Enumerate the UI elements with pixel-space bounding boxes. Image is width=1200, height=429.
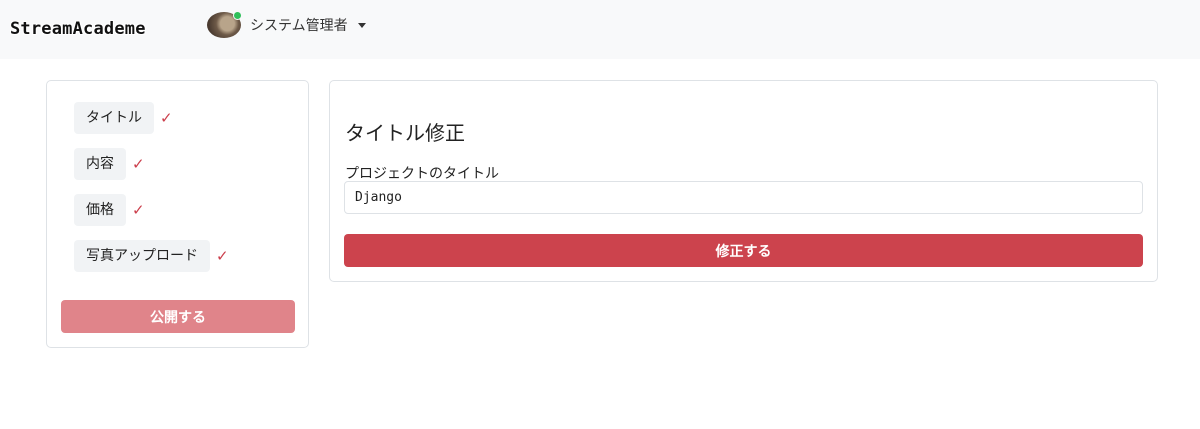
step-label: 内容: [74, 148, 126, 180]
check-icon: ✓: [216, 247, 229, 265]
page-title: タイトル修正: [345, 121, 465, 145]
user-menu-toggle[interactable]: システム管理者: [207, 11, 366, 38]
check-icon: ✓: [160, 109, 173, 127]
step-label: タイトル: [74, 102, 154, 134]
project-title-input[interactable]: [344, 181, 1143, 214]
navbar: StreamAcademe システム管理者: [0, 0, 1200, 59]
online-status-dot: [233, 11, 242, 20]
step-item-content[interactable]: 内容 ✓: [74, 148, 148, 180]
brand-logo[interactable]: StreamAcademe: [10, 19, 146, 39]
caret-down-icon: [357, 22, 366, 28]
step-label: 価格: [74, 194, 126, 226]
step-label: 写真アップロード: [74, 240, 210, 272]
steps-card: タイトル ✓ 内容 ✓ 価格 ✓ 写真アップロード ✓ 公開する: [46, 80, 309, 348]
check-icon: ✓: [132, 155, 145, 173]
avatar: [207, 11, 242, 38]
check-icon: ✓: [132, 201, 145, 219]
project-title-label: プロジェクトのタイトル: [345, 166, 499, 182]
publish-button[interactable]: 公開する: [61, 300, 295, 333]
step-item-title[interactable]: タイトル ✓: [74, 102, 176, 134]
step-item-price[interactable]: 価格 ✓: [74, 194, 148, 226]
user-name: システム管理者: [250, 18, 348, 34]
step-item-photo-upload[interactable]: 写真アップロード ✓: [74, 240, 232, 272]
update-button[interactable]: 修正する: [344, 234, 1143, 267]
edit-title-card: タイトル修正 プロジェクトのタイトル 修正する: [329, 80, 1158, 282]
